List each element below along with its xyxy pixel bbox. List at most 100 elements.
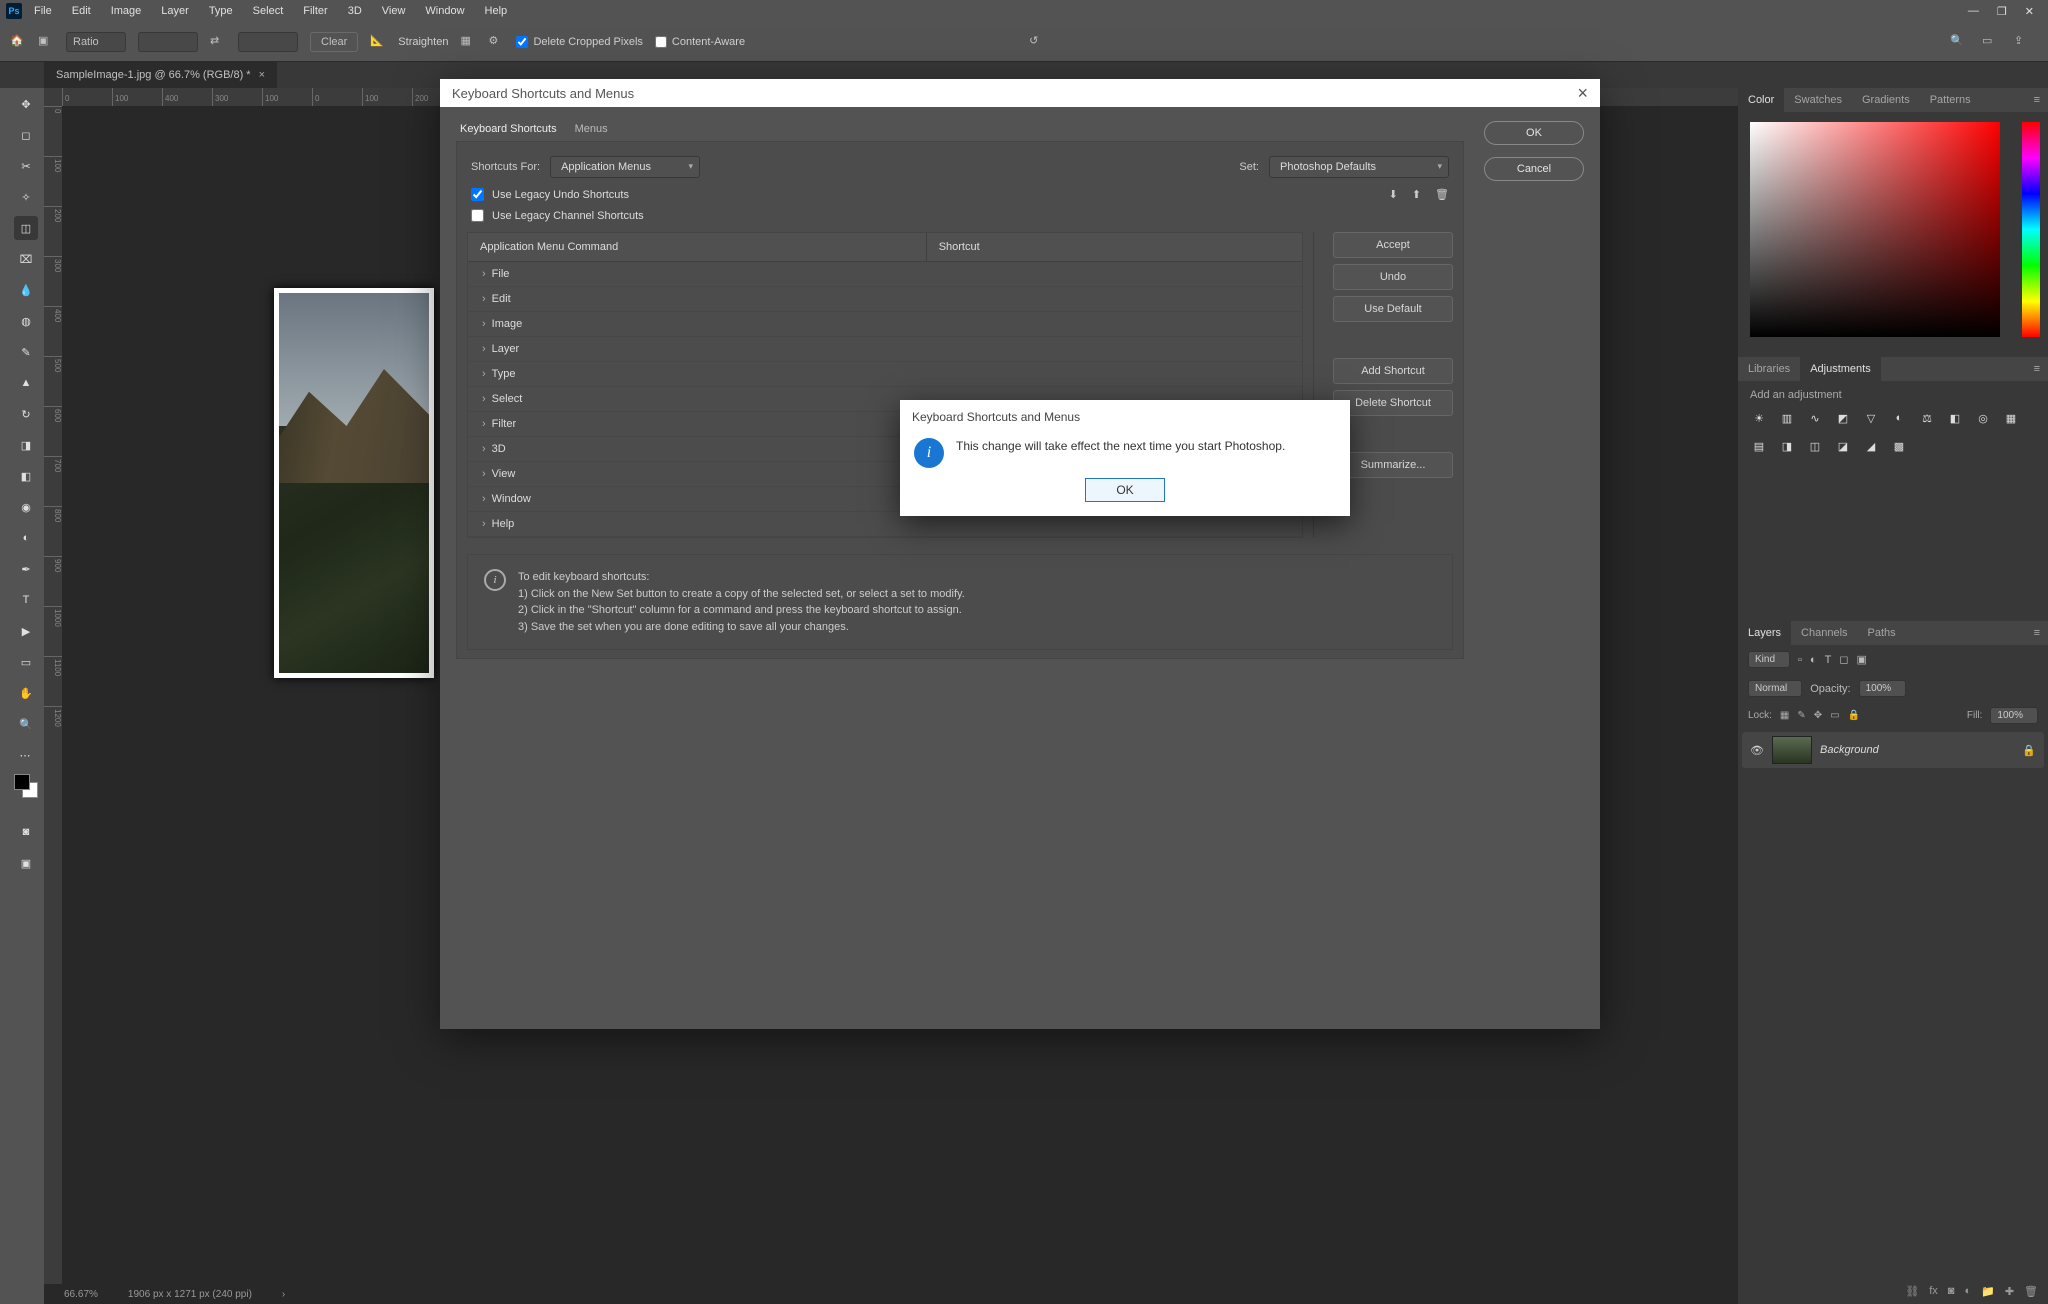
- tab-color[interactable]: Color: [1738, 88, 1784, 112]
- hue-slider[interactable]: [2022, 122, 2040, 337]
- tab-keyboard-shortcuts[interactable]: Keyboard Shortcuts: [460, 123, 557, 135]
- command-row[interactable]: Type: [468, 362, 1302, 387]
- ok-button[interactable]: OK: [1484, 121, 1584, 145]
- frame-tool-icon[interactable]: ⌧: [14, 247, 38, 271]
- menu-help[interactable]: Help: [477, 2, 516, 20]
- zoom-tool-icon[interactable]: 🔍: [14, 712, 38, 736]
- menu-3d[interactable]: 3D: [340, 2, 370, 20]
- lock-all-icon[interactable]: 🔒: [1848, 710, 1860, 721]
- menu-layer[interactable]: Layer: [153, 2, 197, 20]
- zoom-level[interactable]: 66.67%: [64, 1289, 98, 1300]
- gradient-tool-icon[interactable]: ◧: [14, 464, 38, 488]
- cancel-button[interactable]: Cancel: [1484, 157, 1584, 181]
- quick-mask-icon[interactable]: ◙: [14, 820, 38, 844]
- minimize-icon[interactable]: —: [1968, 5, 1979, 18]
- eraser-tool-icon[interactable]: ◨: [14, 433, 38, 457]
- dialog-close-icon[interactable]: ×: [1577, 83, 1588, 104]
- document-tab[interactable]: SampleImage-1.jpg @ 66.7% (RGB/8) * ×: [44, 62, 277, 88]
- legacy-channel-checkbox[interactable]: Use Legacy Channel Shortcuts: [471, 209, 644, 222]
- selective-color-icon[interactable]: ▩: [1890, 437, 1908, 455]
- layer-name[interactable]: Background: [1820, 744, 1879, 756]
- levels-icon[interactable]: ▥: [1778, 409, 1796, 427]
- panel-menu-icon[interactable]: ≡: [2026, 621, 2048, 645]
- delete-shortcut-button[interactable]: Delete Shortcut: [1333, 390, 1453, 416]
- adjustment-layer-icon[interactable]: ◐: [1964, 1285, 1971, 1297]
- tab-paths[interactable]: Paths: [1858, 621, 1906, 645]
- content-aware-checkbox[interactable]: Content-Aware: [655, 36, 745, 48]
- hand-tool-icon[interactable]: ✋: [14, 681, 38, 705]
- delete-layer-icon[interactable]: 🗑: [2024, 1285, 2038, 1298]
- filter-adjust-icon[interactable]: ◐: [1810, 654, 1817, 666]
- dodge-tool-icon[interactable]: ◐: [14, 526, 38, 550]
- crop-tool-icon[interactable]: ▣: [38, 34, 54, 50]
- brush-tool-icon[interactable]: ✎: [14, 340, 38, 364]
- status-chevron-icon[interactable]: ›: [282, 1289, 285, 1300]
- ratio-select[interactable]: Ratio: [66, 32, 126, 52]
- channel-mixer-icon[interactable]: ▦: [2002, 409, 2020, 427]
- tab-channels[interactable]: Channels: [1791, 621, 1857, 645]
- pen-tool-icon[interactable]: ✒: [14, 557, 38, 581]
- new-layer-icon[interactable]: ✚: [2005, 1285, 2014, 1298]
- panel-menu-icon[interactable]: ≡: [2026, 357, 2048, 381]
- menu-image[interactable]: Image: [103, 2, 150, 20]
- set-select[interactable]: Photoshop Defaults: [1269, 156, 1449, 178]
- tab-layers[interactable]: Layers: [1738, 621, 1791, 645]
- healing-tool-icon[interactable]: ◍: [14, 309, 38, 333]
- bw-icon[interactable]: ◧: [1946, 409, 1964, 427]
- command-row[interactable]: File: [468, 262, 1302, 287]
- gradient-map-icon[interactable]: ◢: [1862, 437, 1880, 455]
- lock-transparency-icon[interactable]: ▦: [1780, 710, 1789, 721]
- tab-libraries[interactable]: Libraries: [1738, 357, 1800, 381]
- delete-cropped-checkbox[interactable]: Delete Cropped Pixels: [516, 36, 642, 48]
- menu-edit[interactable]: Edit: [64, 2, 99, 20]
- save-set-icon[interactable]: ⬇: [1389, 188, 1398, 201]
- accept-button[interactable]: Accept: [1333, 232, 1453, 258]
- close-tab-icon[interactable]: ×: [259, 69, 265, 81]
- blur-tool-icon[interactable]: ◉: [14, 495, 38, 519]
- color-swatch[interactable]: [14, 774, 38, 798]
- photo-filter-icon[interactable]: ◎: [1974, 409, 1992, 427]
- layer-thumbnail[interactable]: [1772, 736, 1812, 764]
- menu-window[interactable]: Window: [417, 2, 472, 20]
- link-layers-icon[interactable]: ⛓: [1905, 1285, 1919, 1298]
- lock-brush-icon[interactable]: ✎: [1797, 710, 1805, 721]
- menu-type[interactable]: Type: [201, 2, 241, 20]
- alert-ok-button[interactable]: OK: [1085, 478, 1164, 502]
- color-balance-icon[interactable]: ⚖: [1918, 409, 1936, 427]
- color-lookup-icon[interactable]: ▤: [1750, 437, 1768, 455]
- screen-mode-icon[interactable]: ▣: [14, 851, 38, 875]
- delete-set-icon[interactable]: 🗑: [1435, 188, 1449, 201]
- fill-input[interactable]: 100%: [1990, 707, 2038, 724]
- filter-type-icon[interactable]: T: [1825, 654, 1832, 666]
- reset-icon[interactable]: ↺: [1029, 34, 1045, 50]
- use-default-button[interactable]: Use Default: [1333, 296, 1453, 322]
- visibility-icon[interactable]: 👁: [1750, 744, 1764, 757]
- posterize-icon[interactable]: ◫: [1806, 437, 1824, 455]
- filter-pixel-icon[interactable]: ▫: [1798, 654, 1802, 666]
- dialog-titlebar[interactable]: Keyboard Shortcuts and Menus ×: [440, 79, 1600, 107]
- tab-gradients[interactable]: Gradients: [1852, 88, 1920, 112]
- menu-view[interactable]: View: [374, 2, 414, 20]
- type-tool-icon[interactable]: T: [14, 588, 38, 612]
- vibrance-icon[interactable]: ▽: [1862, 409, 1880, 427]
- undo-button[interactable]: Undo: [1333, 264, 1453, 290]
- summarize-button[interactable]: Summarize...: [1333, 452, 1453, 478]
- magic-wand-tool-icon[interactable]: ✧: [14, 185, 38, 209]
- group-icon[interactable]: 📁: [1981, 1285, 1995, 1298]
- lasso-tool-icon[interactable]: ✂: [14, 154, 38, 178]
- command-row[interactable]: Edit: [468, 287, 1302, 312]
- exposure-icon[interactable]: ◩: [1834, 409, 1852, 427]
- opacity-input[interactable]: 100%: [1859, 680, 1907, 697]
- add-shortcut-button[interactable]: Add Shortcut: [1333, 358, 1453, 384]
- move-tool-icon[interactable]: ✥: [14, 92, 38, 116]
- settings-gear-icon[interactable]: ⚙: [488, 34, 504, 50]
- lock-artboard-icon[interactable]: ▭: [1830, 710, 1839, 721]
- color-field[interactable]: [1750, 122, 2000, 337]
- legacy-undo-checkbox[interactable]: Use Legacy Undo Shortcuts: [471, 188, 629, 201]
- clear-button[interactable]: Clear: [310, 32, 358, 52]
- panel-menu-icon[interactable]: ≡: [2026, 88, 2048, 112]
- width-input[interactable]: [138, 32, 198, 52]
- rectangle-tool-icon[interactable]: ▭: [14, 650, 38, 674]
- tab-swatches[interactable]: Swatches: [1784, 88, 1852, 112]
- document-canvas[interactable]: [274, 288, 434, 678]
